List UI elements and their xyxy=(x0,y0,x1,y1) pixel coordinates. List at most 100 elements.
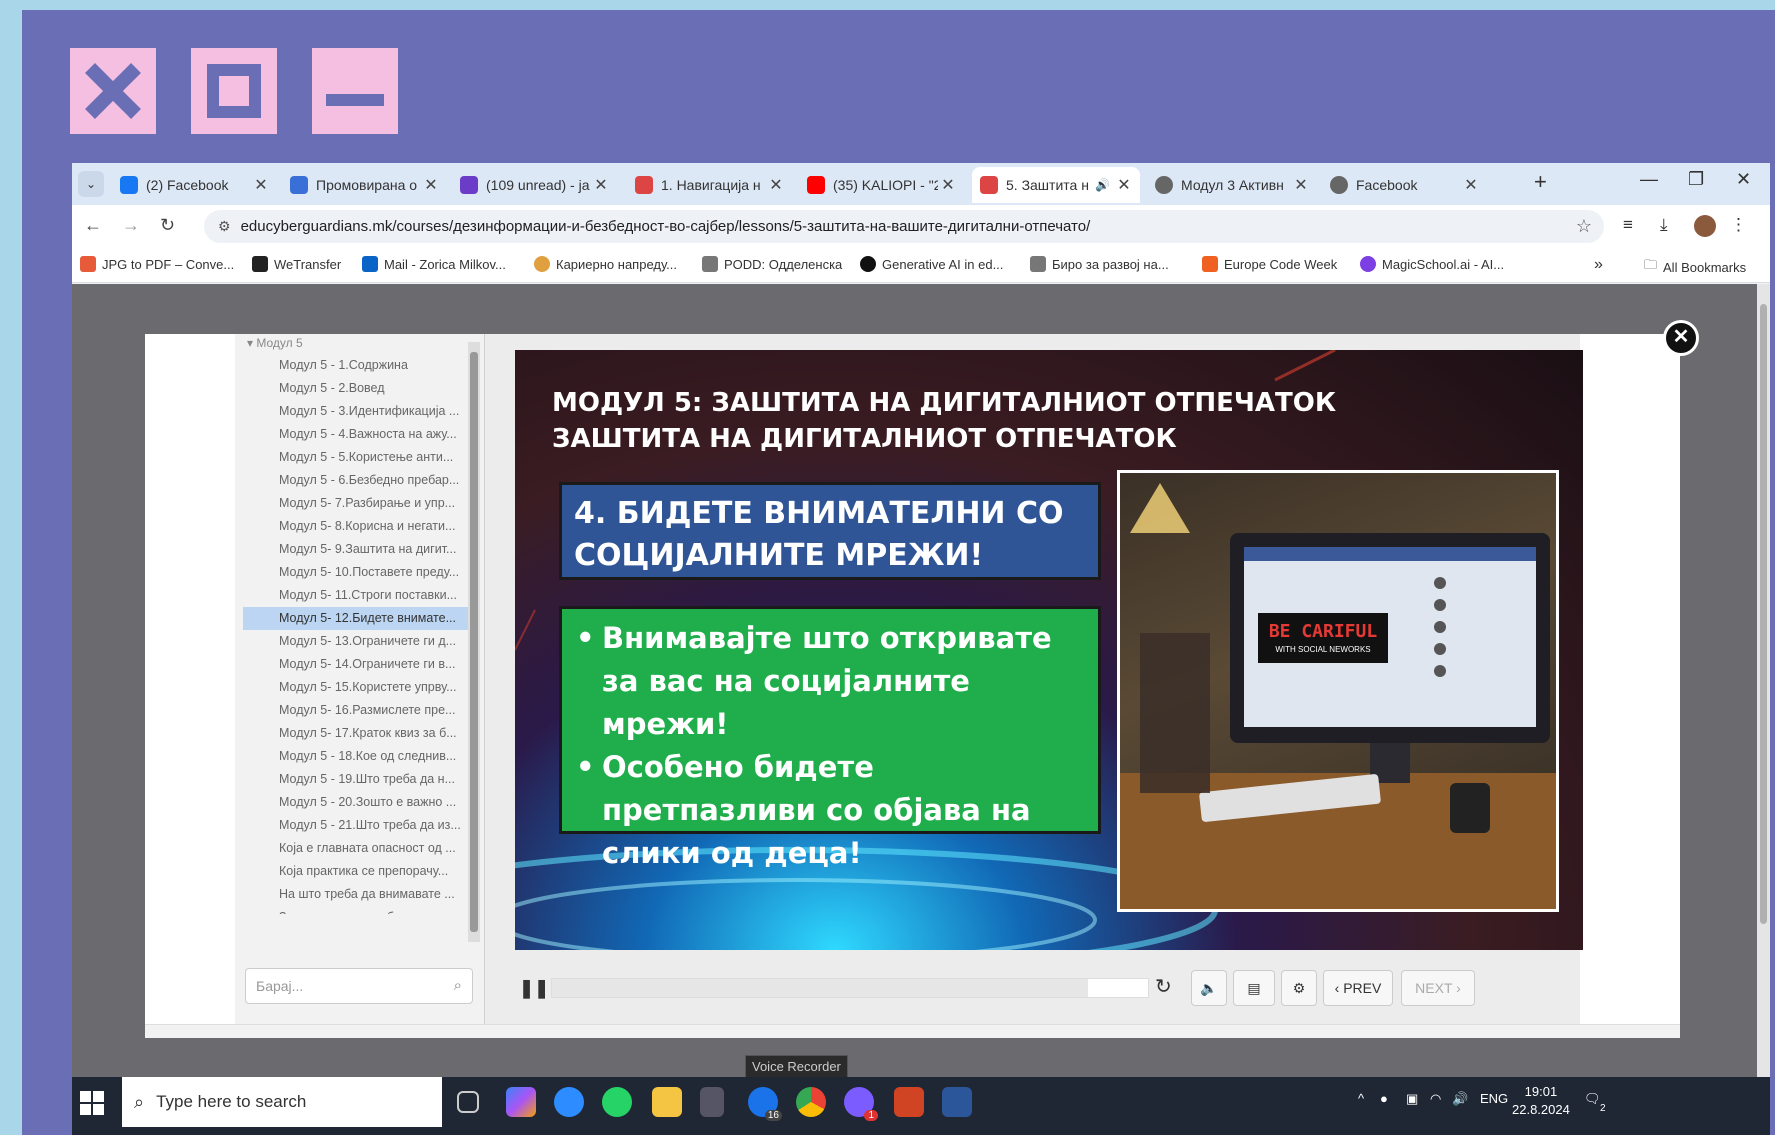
captions-button[interactable]: ▤ xyxy=(1233,970,1275,1006)
browser-restore-icon[interactable]: ❐ xyxy=(1688,169,1704,190)
lesson-item[interactable]: Модул 5- 16.Размислете пре... xyxy=(243,699,468,722)
close-icon[interactable]: ✕ xyxy=(1291,175,1311,195)
lesson-item[interactable]: Модул 5 - 4.Важноста на ажу... xyxy=(243,423,468,446)
browser-minimize-icon[interactable]: — xyxy=(1640,169,1658,190)
viber-icon[interactable]: 1 xyxy=(844,1087,878,1121)
tab-search-button[interactable]: ⌄ xyxy=(78,171,104,197)
module-header[interactable]: ▾ Модул 5 xyxy=(247,336,303,350)
clock[interactable]: 19:01 22.8.2024 xyxy=(1512,1083,1570,1119)
whatsapp-icon[interactable] xyxy=(602,1087,632,1117)
tab-promovirana[interactable]: Промовирана о ✕ xyxy=(282,167,447,203)
lesson-search-input[interactable]: Барај... ⌕ xyxy=(245,968,473,1004)
new-tab-button[interactable]: + xyxy=(1534,169,1547,195)
lesson-item[interactable]: Модул 5- 15.Користете упрву... xyxy=(243,676,468,699)
pause-button[interactable]: ❚❚ xyxy=(519,974,549,1002)
bookmark-magicschool[interactable]: MagicSchool.ai - AI... xyxy=(1360,256,1504,272)
antivirus-icon[interactable]: ● xyxy=(1380,1091,1388,1106)
lesson-item[interactable]: Модул 5 - 2.Вовед xyxy=(243,377,468,400)
voice-recorder-icon[interactable] xyxy=(700,1087,724,1117)
speaker-icon[interactable]: 🔊 xyxy=(1095,178,1110,192)
bookmark-karierno[interactable]: Кариерно напреду... xyxy=(534,256,677,272)
tab-mail[interactable]: (109 unread) - ja ✕ xyxy=(452,167,617,203)
scroll-thumb[interactable] xyxy=(470,352,478,932)
lesson-item[interactable]: Модул 5- 10.Поставете преду... xyxy=(243,561,468,584)
task-view-icon[interactable] xyxy=(457,1091,479,1113)
scroll-thumb[interactable] xyxy=(1760,304,1767,924)
wifi-icon[interactable]: ◠ xyxy=(1430,1091,1441,1107)
maximize-window-button[interactable] xyxy=(191,48,277,134)
powerpoint-icon[interactable] xyxy=(894,1087,924,1117)
word-icon[interactable] xyxy=(942,1087,972,1117)
url-field[interactable]: ⚙ educyberguardians.mk/courses/дезинформ… xyxy=(204,210,1604,243)
seek-bar[interactable] xyxy=(551,978,1149,998)
tab-modul3[interactable]: Модул 3 Активн ✕ xyxy=(1147,167,1317,203)
close-icon[interactable]: ✕ xyxy=(938,175,958,195)
zoom-icon[interactable] xyxy=(554,1087,584,1117)
bookmarks-overflow-button[interactable]: » xyxy=(1594,256,1603,274)
prev-button[interactable]: ‹ PREV xyxy=(1323,970,1393,1006)
lesson-item[interactable]: Модул 5- 8.Корисна и негати... xyxy=(243,515,468,538)
lesson-item[interactable]: Модул 5- 17.Краток квиз за б... xyxy=(243,722,468,745)
lesson-item[interactable]: Модул 5 - 1.Содржина xyxy=(243,354,468,377)
reload-icon[interactable]: ↻ xyxy=(160,215,175,236)
reading-list-icon[interactable]: ≡ xyxy=(1623,215,1633,235)
tab-zastita-active[interactable]: 5. Заштита н 🔊 ✕ xyxy=(972,167,1140,203)
settings-button[interactable]: ⚙ xyxy=(1281,970,1317,1006)
close-icon[interactable]: ✕ xyxy=(1461,175,1481,195)
forward-icon[interactable]: → xyxy=(122,215,140,236)
bookmark-wetransfer[interactable]: WeTransfer xyxy=(252,256,341,272)
browser-close-icon[interactable]: ✕ xyxy=(1736,169,1751,190)
notifications-icon[interactable]: 🗨 xyxy=(1584,1091,1601,1107)
chrome-icon[interactable] xyxy=(796,1087,826,1117)
back-icon[interactable]: ← xyxy=(84,215,102,236)
lesson-item[interactable]: Модул 5- 13.Ограничете ги д... xyxy=(243,630,468,653)
bookmark-podd[interactable]: PODD: Одделенска xyxy=(702,256,842,272)
bookmark-code-week[interactable]: Europe Code Week xyxy=(1202,256,1337,272)
bookmark-jpg-to-pdf[interactable]: JPG to PDF – Conve... xyxy=(80,256,234,272)
tab-facebook[interactable]: (2) Facebook ✕ xyxy=(112,167,277,203)
copilot-icon[interactable] xyxy=(506,1087,536,1117)
close-icon[interactable]: ✕ xyxy=(1114,175,1134,195)
tab-facebook-2[interactable]: Facebook ✕ xyxy=(1322,167,1487,203)
display-icon[interactable]: ▣ xyxy=(1406,1091,1418,1107)
tab-navigacija[interactable]: 1. Навигација н ✕ xyxy=(627,167,792,203)
lesson-item[interactable]: Која практика се препорачу... xyxy=(243,860,468,883)
lesson-item[interactable]: Модул 5- 7.Разбирање и упр... xyxy=(243,492,468,515)
sidebar-scrollbar[interactable] xyxy=(468,342,480,942)
lesson-item[interactable]: Модул 5 - 20.Зошто е важно ... xyxy=(243,791,468,814)
volume-icon[interactable]: 🔊 xyxy=(1452,1091,1468,1107)
close-icon[interactable]: ✕ xyxy=(251,175,271,195)
bookmark-star-icon[interactable]: ☆ xyxy=(1576,216,1592,237)
close-icon[interactable]: ✕ xyxy=(766,175,786,195)
close-icon[interactable]: ✕ xyxy=(591,175,611,195)
lesson-item[interactable]: Модул 5 - 18.Кое од следнив... xyxy=(243,745,468,768)
volume-button[interactable]: 🔈 xyxy=(1191,970,1227,1006)
page-scrollbar[interactable] xyxy=(1757,284,1770,1084)
lesson-item[interactable]: Модул 5 - 6.Безбедно пребар... xyxy=(243,469,468,492)
file-explorer-icon[interactable] xyxy=(652,1087,682,1117)
language-indicator[interactable]: ENG xyxy=(1480,1091,1508,1106)
lesson-item[interactable]: Модул 5 - 5.Користење анти... xyxy=(243,446,468,469)
site-settings-icon[interactable]: ⚙ xyxy=(218,218,231,235)
lesson-item[interactable]: Модул 5- 11.Строги поставки... xyxy=(243,584,468,607)
minimize-window-button[interactable] xyxy=(312,48,398,134)
search-icon[interactable]: ⌕ xyxy=(454,977,462,994)
close-icon[interactable]: ✕ xyxy=(421,175,441,195)
chevron-up-icon[interactable]: ^ xyxy=(1358,1091,1364,1106)
all-bookmarks-button[interactable]: 🗀 All Bookmarks xyxy=(1644,256,1746,278)
bookmark-biro[interactable]: Биро за развој на... xyxy=(1030,256,1169,272)
download-icon[interactable]: ⤓ xyxy=(1660,215,1668,235)
lesson-item[interactable]: На што треба да внимавате ... xyxy=(243,883,468,906)
taskbar-search-input[interactable]: ⌕ Type here to search xyxy=(122,1077,442,1127)
replay-icon[interactable]: ↻ xyxy=(1155,974,1172,999)
lesson-item[interactable]: Модул 5- 9.Заштита на дигит... xyxy=(243,538,468,561)
windows-start-button[interactable] xyxy=(80,1091,104,1115)
lesson-item[interactable]: Модул 5 - 21.Што треба да из... xyxy=(243,814,468,837)
lesson-item[interactable]: Зошто е важно да бидете пр... xyxy=(243,906,468,914)
edge-icon[interactable]: 16 xyxy=(748,1087,782,1121)
next-button[interactable]: NEXT › xyxy=(1401,970,1475,1006)
close-window-button[interactable] xyxy=(70,48,156,134)
lesson-item[interactable]: Која е главната опасност од ... xyxy=(243,837,468,860)
profile-avatar[interactable] xyxy=(1694,215,1716,237)
menu-kebab-icon[interactable]: ⋮ xyxy=(1730,215,1747,235)
